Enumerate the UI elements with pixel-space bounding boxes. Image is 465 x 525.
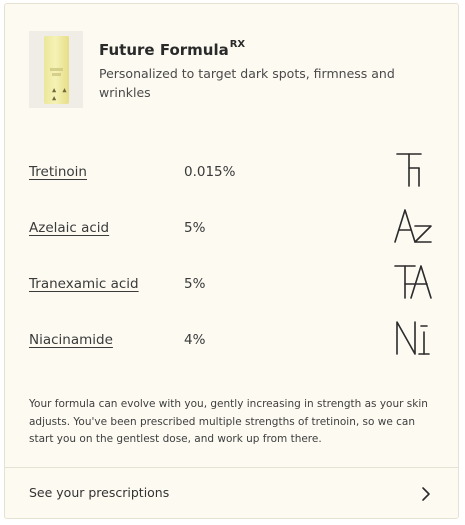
- ingredient-row-tranexamic-acid: Tranexamic acid 5%: [5, 256, 458, 312]
- ingredient-strength: 5%: [184, 276, 206, 292]
- ingredient-row-tretinoin: Tretinoin 0.015%: [5, 144, 458, 200]
- ingredient-name-link[interactable]: Tranexamic acid: [29, 276, 139, 292]
- ingredient-row-niacinamide: Niacinamide 4%: [5, 312, 458, 368]
- product-header: ▲ ▲ ▲ Future FormulaRX Personalized to t…: [5, 4, 458, 124]
- ingredient-name-link[interactable]: Azelaic acid: [29, 220, 109, 236]
- formula-card: ▲ ▲ ▲ Future FormulaRX Personalized to t…: [4, 3, 459, 519]
- tr-symbol-icon: [391, 150, 435, 190]
- bottle-icon: ▲ ▲ ▲: [44, 36, 69, 104]
- see-prescriptions-link[interactable]: See your prescriptions: [5, 468, 458, 519]
- ingredient-strength: 0.015%: [184, 164, 236, 180]
- product-description: Personalized to target dark spots, firmn…: [99, 66, 395, 100]
- ingredient-strength: 5%: [184, 220, 206, 236]
- bottle-mark: ▲ ▲ ▲: [52, 86, 68, 102]
- product-name: Future Formula: [99, 41, 229, 59]
- ta-symbol-icon: [391, 262, 435, 302]
- az-symbol-icon: [391, 206, 435, 246]
- chevron-right-icon[interactable]: [419, 485, 433, 503]
- ingredient-strength: 4%: [184, 332, 206, 348]
- product-name-superscript: RX: [229, 39, 246, 50]
- product-image: ▲ ▲ ▲: [29, 31, 83, 108]
- ni-symbol-icon: [391, 318, 435, 358]
- formula-note: Your formula can evolve with you, gently…: [29, 398, 428, 445]
- product-title: Future FormulaRX: [99, 39, 246, 59]
- see-prescriptions-label: See your prescriptions: [29, 485, 170, 500]
- ingredient-name-link[interactable]: Tretinoin: [29, 164, 87, 180]
- ingredient-row-azelaic-acid: Azelaic acid 5%: [5, 200, 458, 256]
- ingredient-name-link[interactable]: Niacinamide: [29, 332, 113, 348]
